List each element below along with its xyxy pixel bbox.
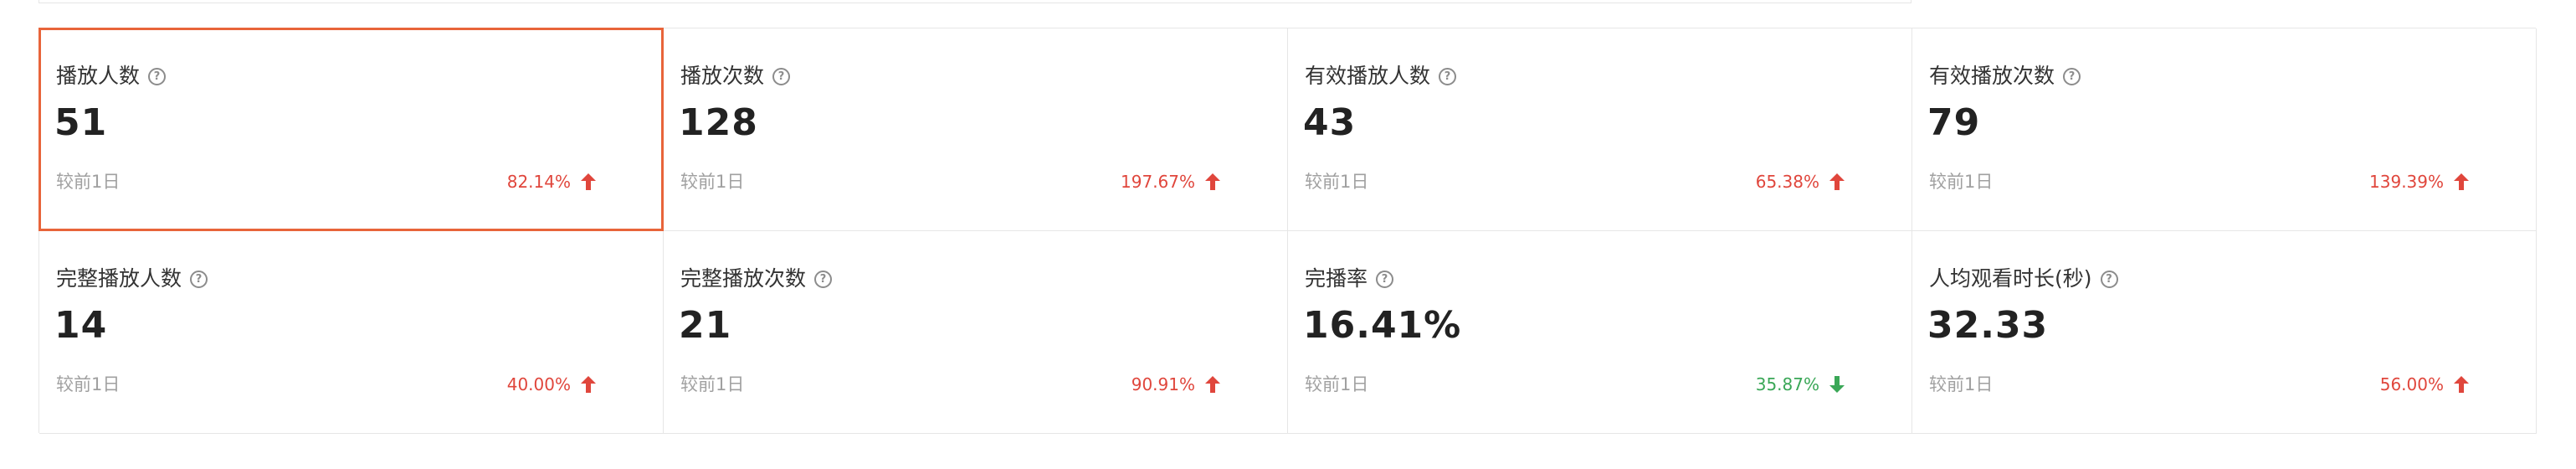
metric-value: 128 [679,101,758,144]
compare-label: 较前1日 [56,374,121,394]
help-icon[interactable]: ? [148,67,167,85]
change-value: 40.00% [506,374,571,394]
metric-card-play-count[interactable]: 播放次数 ? 128 较前1日 197.67% [664,28,1288,231]
metric-card-completion-rate[interactable]: 完播率 ? 16.41% 较前1日 35.87% [1288,231,1912,434]
change-value: 90.91% [1131,374,1195,394]
compare-label: 较前1日 [1929,172,1994,192]
metric-title-row: 有效播放人数 ? [1305,64,1457,89]
arrow-down-icon [1829,376,1845,393]
change-indicator: 35.87% [1756,374,1845,395]
metric-title: 有效播放次数 [1929,64,2055,88]
help-icon[interactable]: ? [1376,270,1394,288]
change-indicator: 90.91% [1131,374,1220,395]
change-value: 82.14% [506,172,571,192]
metric-value: 51 [54,101,108,144]
compare-label: 较前1日 [1305,172,1369,192]
metric-title-row: 播放人数 ? [56,64,167,89]
change-indicator: 82.14% [507,171,596,193]
change-value: 65.38% [1755,172,1819,192]
metric-card-complete-play-count[interactable]: 完整播放次数 ? 21 较前1日 90.91% [664,231,1288,434]
compare-label: 较前1日 [1305,374,1369,394]
help-icon[interactable]: ? [772,67,791,85]
arrow-up-icon [1829,173,1845,190]
metric-title-row: 播放次数 ? [680,64,791,89]
metric-card-avg-watch-time[interactable]: 人均观看时长(秒) ? 32.33 较前1日 56.00% [1912,231,2537,434]
arrow-up-icon [2454,376,2469,393]
arrow-up-icon [2454,173,2469,190]
compare-label: 较前1日 [680,374,745,394]
change-value: 35.87% [1755,374,1819,394]
metric-title: 人均观看时长(秒) [1929,266,2092,291]
arrow-up-icon [581,376,596,393]
change-indicator: 139.39% [2369,171,2469,193]
metric-card-valid-play-count[interactable]: 有效播放次数 ? 79 较前1日 139.39% [1912,28,2537,231]
metric-card-valid-play-users[interactable]: 有效播放人数 ? 43 较前1日 65.38% [1288,28,1912,231]
metric-title-row: 完整播放次数 ? [680,266,833,291]
help-icon[interactable]: ? [2063,67,2081,85]
help-icon[interactable]: ? [1439,67,1457,85]
metric-title-row: 完整播放人数 ? [56,266,208,291]
compare-label: 较前1日 [680,172,745,192]
metric-value: 79 [1927,101,1981,144]
help-icon[interactable]: ? [814,270,833,288]
metric-title: 播放人数 [56,64,141,88]
metric-title-row: 人均观看时长(秒) ? [1929,266,2118,291]
top-panel-edge [38,0,1911,3]
metric-value: 21 [679,304,732,347]
metric-title: 完整播放次数 [680,266,807,291]
metric-value: 32.33 [1927,304,2049,347]
metric-title: 有效播放人数 [1305,64,1431,88]
metric-card-complete-play-users[interactable]: 完整播放人数 ? 14 较前1日 40.00% [39,231,664,434]
arrow-up-icon [1205,173,1220,190]
compare-label: 较前1日 [1929,374,1994,394]
metric-title: 完播率 [1305,266,1368,291]
help-icon[interactable]: ? [190,270,208,288]
metric-title-row: 有效播放次数 ? [1929,64,2081,89]
compare-label: 较前1日 [56,172,121,192]
change-value: 56.00% [2379,374,2444,394]
change-indicator: 56.00% [2380,374,2469,395]
arrow-up-icon [1205,376,1220,393]
metrics-grid: 播放人数 ? 51 较前1日 82.14% 播放次数 ? 128 较前1日 19… [38,28,2537,434]
metric-title-row: 完播率 ? [1305,266,1394,291]
change-indicator: 197.67% [1121,171,1220,193]
change-indicator: 40.00% [507,374,596,395]
help-icon[interactable]: ? [2100,270,2118,288]
change-indicator: 65.38% [1756,171,1845,193]
metric-title: 播放次数 [680,64,765,88]
change-value: 139.39% [2369,172,2444,192]
arrow-up-icon [581,173,596,190]
metric-value: 14 [54,304,108,347]
change-value: 197.67% [1121,172,1195,192]
metric-title: 完整播放人数 [56,266,182,291]
metric-value: 43 [1303,101,1357,144]
metric-value: 16.41% [1303,304,1462,347]
metric-card-play-users[interactable]: 播放人数 ? 51 较前1日 82.14% [38,28,664,231]
